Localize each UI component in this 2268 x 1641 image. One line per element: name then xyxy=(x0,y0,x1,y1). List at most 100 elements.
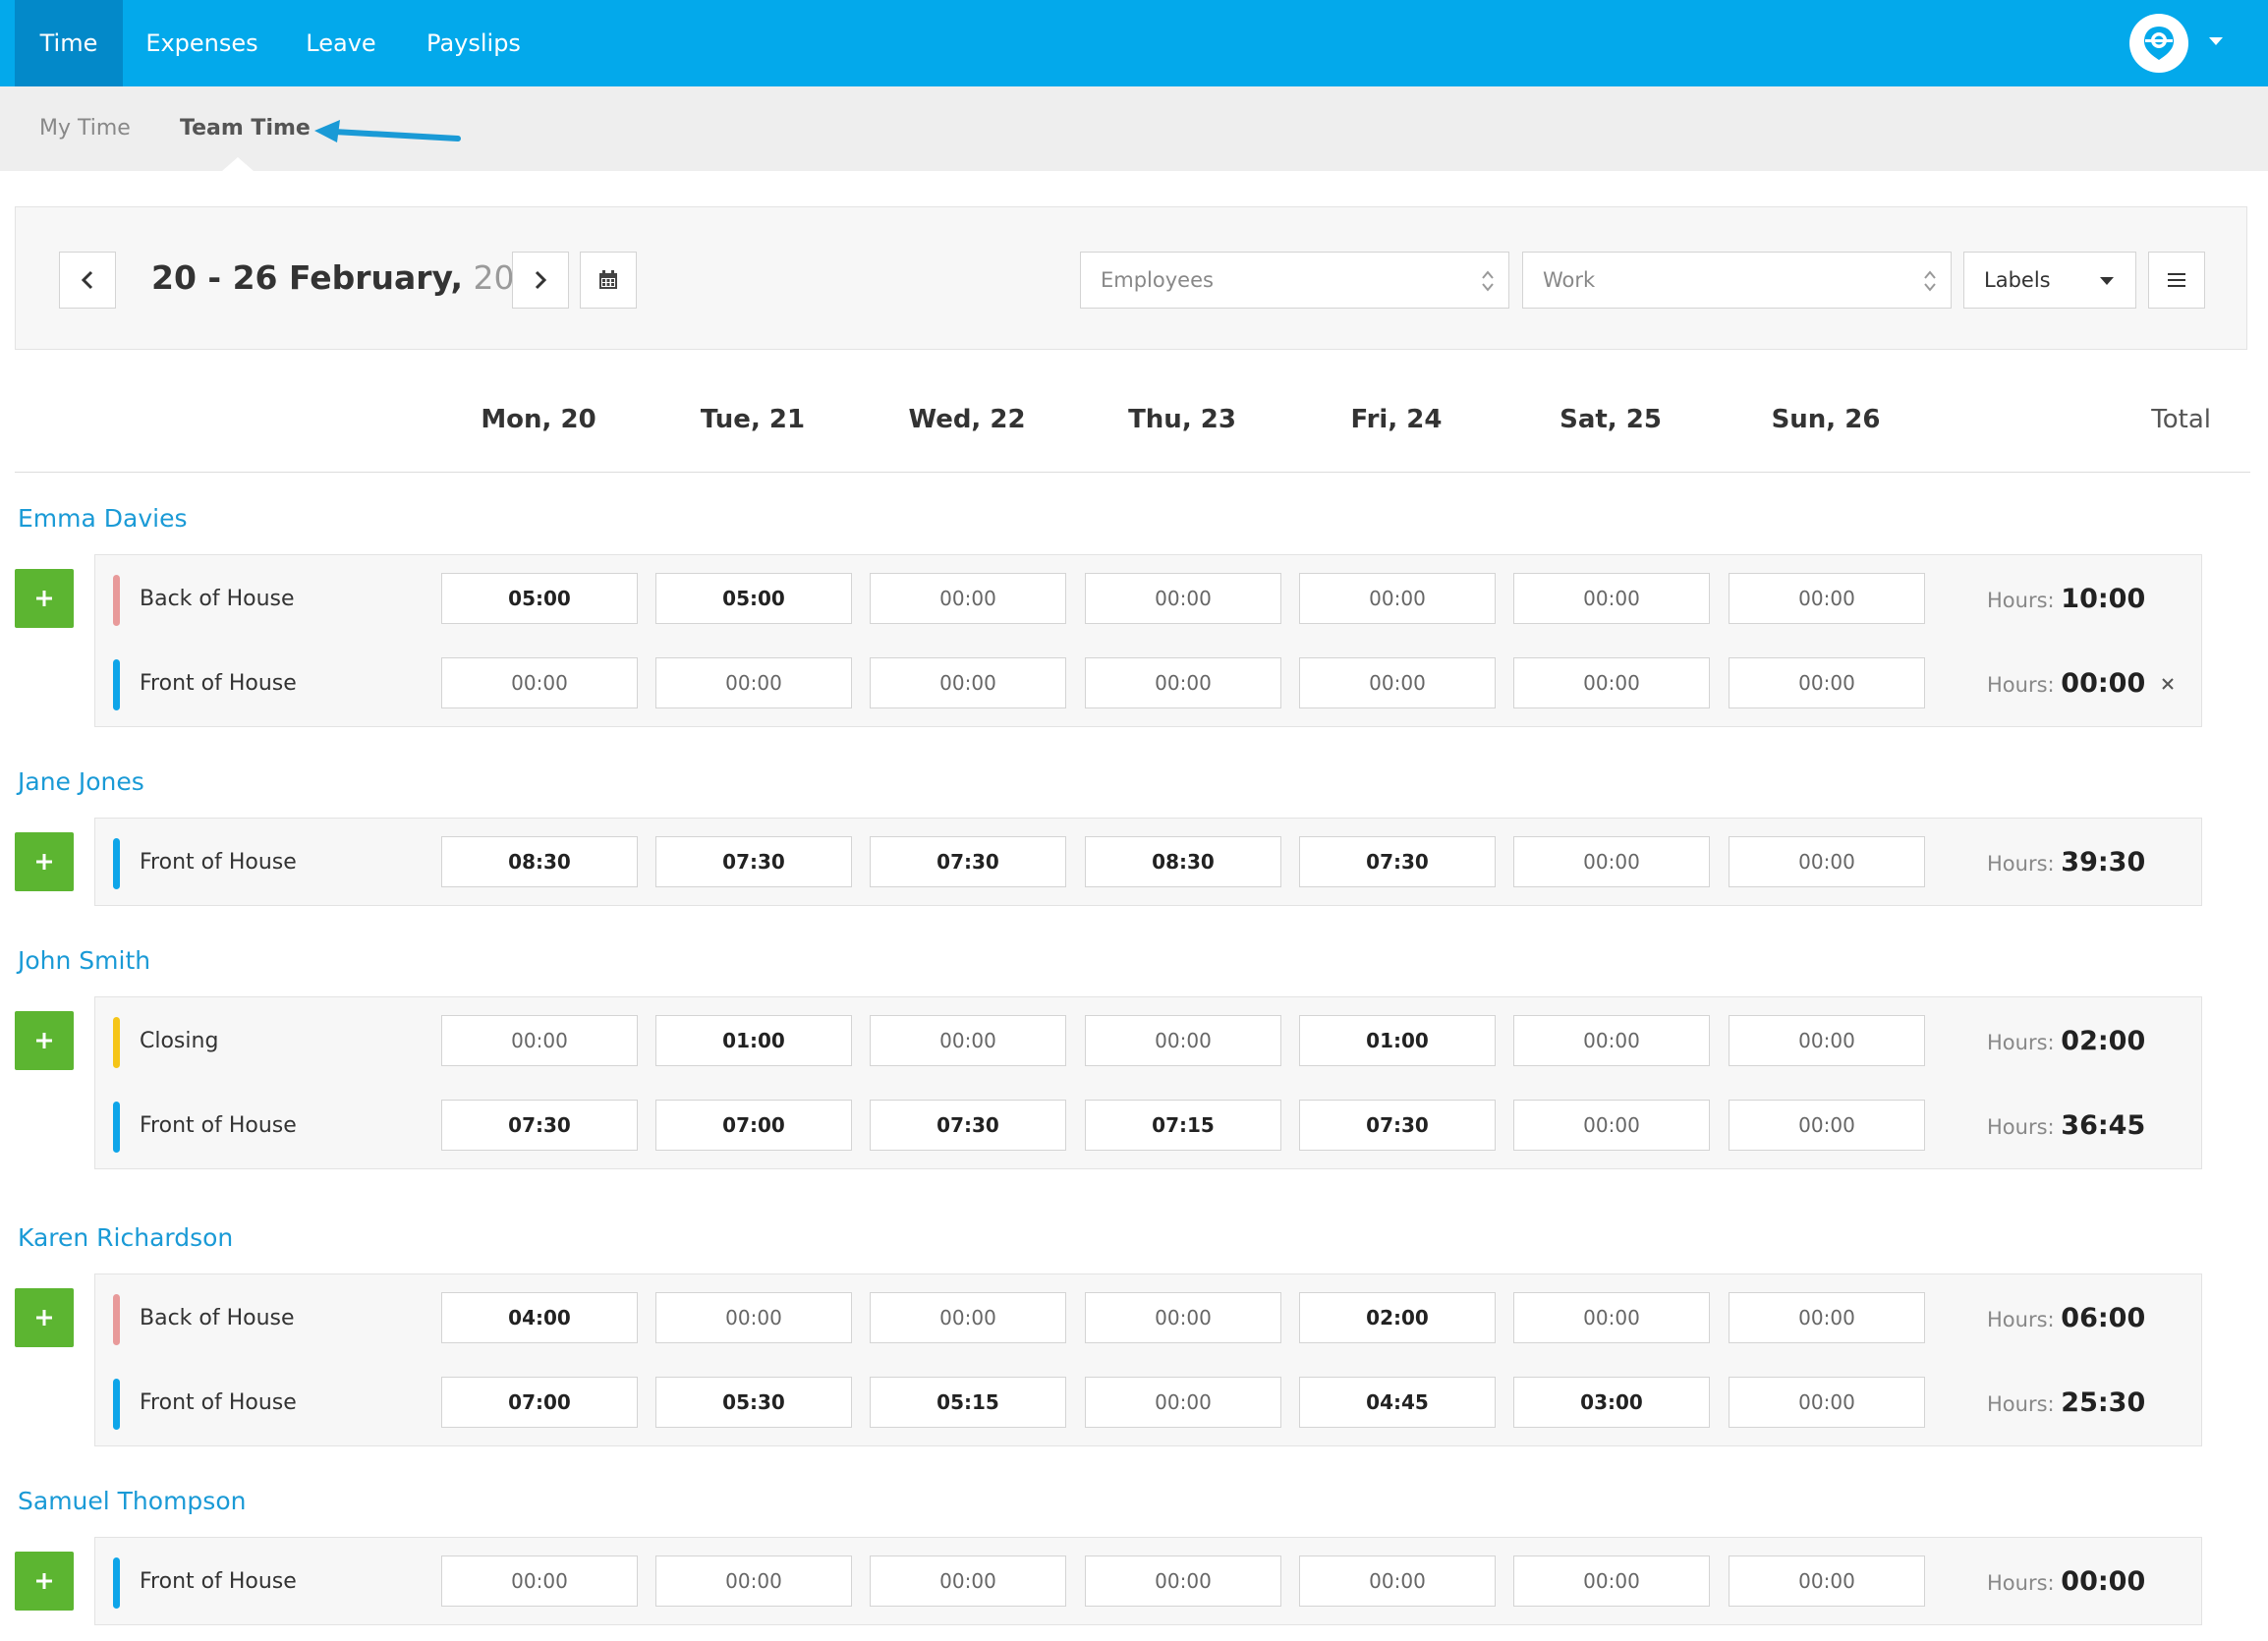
subnav-my-time[interactable]: My Time xyxy=(39,86,131,171)
prev-week-button[interactable] xyxy=(59,252,116,309)
hours-input[interactable]: 05:00 xyxy=(441,573,638,624)
hours-input[interactable]: 00:00 xyxy=(1085,573,1281,624)
timesheet-row: Closing 00:00 01:00 00:00 00:00 01:00 00:00 00:… xyxy=(95,999,2203,1084)
hours-input[interactable]: 00:00 xyxy=(1299,573,1496,624)
hours-input[interactable]: 00:00 xyxy=(1299,1556,1496,1607)
hours-input[interactable]: 00:00 xyxy=(1729,657,1925,708)
hours-input[interactable]: 00:00 xyxy=(1085,1292,1281,1343)
employee-name[interactable]: Emma Davies xyxy=(18,504,188,533)
hours-input[interactable]: 00:00 xyxy=(1085,657,1281,708)
row-total: Hours: 36:45 xyxy=(1987,1084,2145,1169)
employee-name[interactable]: Karen Richardson xyxy=(18,1223,233,1252)
add-row-button[interactable] xyxy=(15,832,74,891)
work-placeholder: Work xyxy=(1543,268,1596,292)
hours-input[interactable]: 00:00 xyxy=(1085,1556,1281,1607)
hours-input[interactable]: 07:30 xyxy=(1299,1100,1496,1151)
hours-input[interactable]: 07:00 xyxy=(655,1100,852,1151)
add-row-button[interactable] xyxy=(15,569,74,628)
user-menu-caret-icon[interactable] xyxy=(2209,37,2223,45)
timesheet-row: Front of House 07:00 05:30 05:15 00:00 04:45 0… xyxy=(95,1361,2203,1445)
hours-input[interactable]: 00:00 xyxy=(1085,1015,1281,1066)
hours-input[interactable]: 05:15 xyxy=(870,1377,1066,1428)
hours-input[interactable]: 00:00 xyxy=(1729,1100,1925,1151)
row-total: Hours: 10:00 xyxy=(1987,557,2145,643)
work-color-indicator xyxy=(113,838,120,889)
tab-time[interactable]: Time xyxy=(15,0,123,86)
hours-input[interactable]: 05:30 xyxy=(655,1377,852,1428)
hours-input[interactable]: 00:00 xyxy=(655,657,852,708)
hours-input[interactable]: 00:00 xyxy=(1513,1100,1710,1151)
hours-input[interactable]: 07:30 xyxy=(441,1100,638,1151)
calendar-button[interactable] xyxy=(580,252,637,309)
remove-row-icon[interactable] xyxy=(2159,675,2177,693)
hours-input[interactable]: 02:00 xyxy=(1299,1292,1496,1343)
hours-input[interactable]: 07:30 xyxy=(870,1100,1066,1151)
hours-input[interactable]: 00:00 xyxy=(1513,657,1710,708)
hours-input[interactable]: 00:00 xyxy=(870,1292,1066,1343)
day-header: Thu, 23 xyxy=(1128,405,1236,434)
hours-input[interactable]: 07:00 xyxy=(441,1377,638,1428)
add-row-button[interactable] xyxy=(15,1552,74,1611)
hours-input[interactable]: 08:30 xyxy=(1085,836,1281,887)
employees-select[interactable]: Employees xyxy=(1080,252,1509,309)
hours-input[interactable]: 00:00 xyxy=(655,1292,852,1343)
tab-leave[interactable]: Leave xyxy=(291,0,391,86)
hours-input[interactable]: 00:00 xyxy=(1299,657,1496,708)
timesheet-panel: Back of House 04:00 00:00 00:00 00:00 02:00 00… xyxy=(94,1273,2202,1446)
work-color-indicator xyxy=(113,1102,120,1153)
hours-input[interactable]: 00:00 xyxy=(870,573,1066,624)
hours-input[interactable]: 01:00 xyxy=(655,1015,852,1066)
hours-input[interactable]: 04:45 xyxy=(1299,1377,1496,1428)
tab-payslips[interactable]: Payslips xyxy=(413,0,535,86)
hours-input[interactable]: 00:00 xyxy=(1729,1377,1925,1428)
hours-input[interactable]: 01:00 xyxy=(1299,1015,1496,1066)
add-row-button[interactable] xyxy=(15,1011,74,1070)
hours-input[interactable]: 00:00 xyxy=(441,1015,638,1066)
hours-input[interactable]: 00:00 xyxy=(1513,836,1710,887)
hours-input[interactable]: 07:30 xyxy=(655,836,852,887)
add-row-button[interactable] xyxy=(15,1288,74,1347)
hours-prefix: Hours: xyxy=(1987,852,2062,876)
plus-icon xyxy=(36,1310,52,1326)
work-select[interactable]: Work xyxy=(1522,252,1952,309)
hours-input[interactable]: 00:00 xyxy=(655,1556,852,1607)
labels-dropdown[interactable]: Labels xyxy=(1963,252,2136,309)
timesheet-panel: Closing 00:00 01:00 00:00 00:00 01:00 00:00 00:… xyxy=(94,996,2202,1169)
hours-input[interactable]: 00:00 xyxy=(1513,1292,1710,1343)
hours-input[interactable]: 00:00 xyxy=(1729,573,1925,624)
hours-input[interactable]: 07:15 xyxy=(1085,1100,1281,1151)
hours-input[interactable]: 05:00 xyxy=(655,573,852,624)
hours-input[interactable]: 00:00 xyxy=(1729,1015,1925,1066)
hours-input[interactable]: 00:00 xyxy=(870,1556,1066,1607)
employee-name[interactable]: Jane Jones xyxy=(18,767,144,796)
hours-input[interactable]: 00:00 xyxy=(870,657,1066,708)
employee-name[interactable]: John Smith xyxy=(18,946,150,975)
tab-expenses[interactable]: Expenses xyxy=(136,0,268,86)
timesheet-row: Front of House 08:30 07:30 07:30 08:30 07:30 0… xyxy=(95,820,2203,905)
caret-down-icon xyxy=(2100,277,2114,285)
hours-input[interactable]: 00:00 xyxy=(870,1015,1066,1066)
hamburger-icon xyxy=(2168,273,2185,287)
row-total: Hours: 39:30 xyxy=(1987,820,2145,906)
hours-input[interactable]: 00:00 xyxy=(1513,573,1710,624)
hours-input[interactable]: 00:00 xyxy=(1513,1556,1710,1607)
employee-name[interactable]: Samuel Thompson xyxy=(18,1487,246,1515)
hours-input[interactable]: 07:30 xyxy=(1299,836,1496,887)
hours-input[interactable]: 04:00 xyxy=(441,1292,638,1343)
hours-input[interactable]: 03:00 xyxy=(1513,1377,1710,1428)
user-avatar[interactable] xyxy=(2129,14,2188,73)
day-header: Wed, 22 xyxy=(908,405,1026,434)
employees-placeholder: Employees xyxy=(1101,268,1214,292)
hours-input[interactable]: 00:00 xyxy=(1729,836,1925,887)
hours-input[interactable]: 08:30 xyxy=(441,836,638,887)
hours-input[interactable]: 00:00 xyxy=(1729,1556,1925,1607)
hours-input[interactable]: 00:00 xyxy=(1729,1292,1925,1343)
hours-input[interactable]: 07:30 xyxy=(870,836,1066,887)
hours-input[interactable]: 00:00 xyxy=(441,1556,638,1607)
hours-input[interactable]: 00:00 xyxy=(441,657,638,708)
hours-input[interactable]: 00:00 xyxy=(1085,1377,1281,1428)
next-week-button[interactable] xyxy=(512,252,569,309)
user-logo-icon xyxy=(2144,27,2174,60)
menu-button[interactable] xyxy=(2148,252,2205,309)
hours-input[interactable]: 00:00 xyxy=(1513,1015,1710,1066)
